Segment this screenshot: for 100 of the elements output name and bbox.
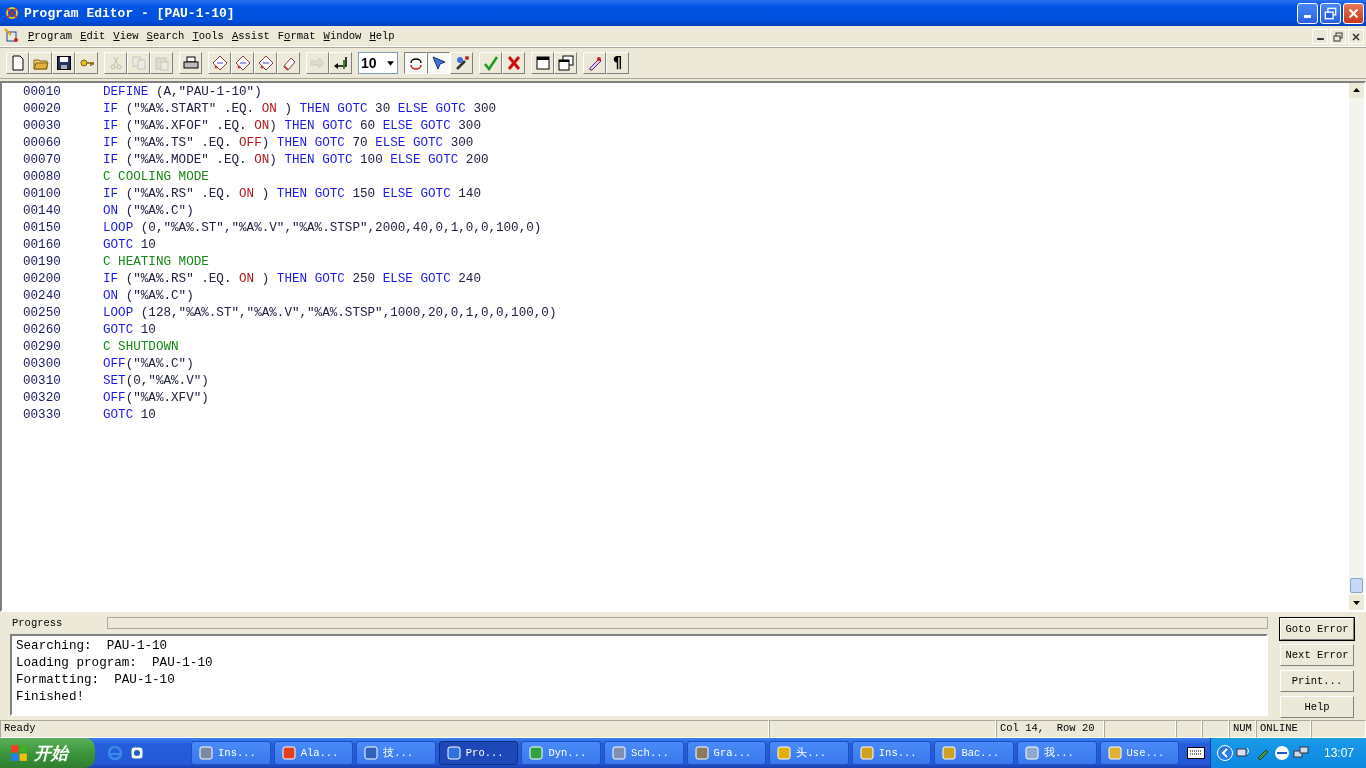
line-number: 00200 bbox=[22, 271, 62, 288]
dialog-button[interactable]: Goto Error bbox=[1280, 618, 1354, 640]
menu-item[interactable]: Tools bbox=[188, 30, 228, 42]
line-number: 00250 bbox=[22, 305, 62, 322]
taskbar-button[interactable]: 头... bbox=[769, 741, 849, 765]
tilted-page-icon bbox=[234, 55, 251, 71]
minus-circle-icon[interactable] bbox=[1274, 745, 1290, 761]
line-number: 00070 bbox=[22, 152, 62, 169]
code-line: DEFINE (A,"PAU-1-10") bbox=[103, 84, 262, 101]
line-number: 00140 bbox=[22, 203, 62, 220]
menu-item[interactable]: Help bbox=[365, 30, 399, 42]
minimize-icon bbox=[1316, 37, 1324, 40]
taskbar-button[interactable]: Sch... bbox=[604, 741, 684, 765]
scroll-up-icon bbox=[1349, 83, 1364, 98]
taskbar-button[interactable]: Use... bbox=[1099, 741, 1180, 765]
code-line: IF ("%A%.TS" .EQ. OFF) THEN GOTC 70 ELSE GOTC 300 bbox=[103, 135, 474, 152]
vertical-scrollbar[interactable] bbox=[1349, 83, 1364, 610]
taskbar-button[interactable]: Ala... bbox=[273, 741, 354, 765]
minimize-button[interactable] bbox=[1297, 2, 1318, 24]
toolbar-button[interactable] bbox=[404, 52, 427, 74]
media-icon[interactable] bbox=[129, 745, 146, 761]
restore-button[interactable] bbox=[1330, 28, 1346, 44]
cycle-arrows-icon bbox=[407, 55, 424, 71]
taskbar-button[interactable]: 技... bbox=[356, 741, 436, 765]
status-message: Ready bbox=[0, 720, 769, 738]
dialog-button[interactable]: Next Error bbox=[1280, 644, 1354, 666]
line-number: 00010 bbox=[22, 84, 62, 101]
eraser-icon bbox=[280, 55, 297, 71]
line-number: 00100 bbox=[22, 186, 62, 203]
zoom-dropdown[interactable]: 10 bbox=[358, 52, 398, 74]
menu-item[interactable]: Window bbox=[319, 30, 366, 42]
log-message: Finished! bbox=[16, 689, 86, 706]
menu-item[interactable]: Edit bbox=[76, 30, 110, 42]
line-number: 00290 bbox=[22, 339, 62, 356]
app-icon bbox=[941, 745, 958, 761]
dialog-button[interactable]: Help bbox=[1280, 696, 1354, 718]
stacked-windows-icon bbox=[557, 55, 574, 71]
taskbar-button[interactable]: Ins... bbox=[851, 741, 932, 765]
printer-icon bbox=[182, 55, 199, 71]
scissors-icon bbox=[107, 55, 124, 71]
copy-icon bbox=[130, 55, 147, 71]
close-button[interactable] bbox=[1348, 28, 1364, 44]
app-icon bbox=[858, 745, 875, 761]
menu-item[interactable]: Program bbox=[24, 30, 77, 42]
code-line: GOTC 10 bbox=[103, 237, 156, 254]
app-icon bbox=[1023, 745, 1040, 761]
line-number: 00260 bbox=[22, 322, 62, 339]
taskbar-button[interactable]: Pro... bbox=[438, 741, 519, 765]
restore-icon bbox=[1333, 31, 1343, 42]
window-icon bbox=[534, 55, 551, 71]
menu-item[interactable]: View bbox=[109, 30, 143, 42]
toolbar-button[interactable]: ¶ bbox=[606, 52, 629, 74]
start-button[interactable]: 开始 bbox=[0, 738, 96, 768]
minimize-button[interactable] bbox=[1312, 28, 1328, 44]
connection-status: ONLINE bbox=[1256, 720, 1311, 738]
clipboard-icon bbox=[153, 55, 170, 71]
app-icon bbox=[445, 745, 462, 761]
code-line: OFF("%A%.C") bbox=[103, 356, 194, 373]
line-number: 00300 bbox=[22, 356, 62, 373]
line-number: 00320 bbox=[22, 390, 62, 407]
restore-button[interactable] bbox=[1320, 2, 1341, 24]
dialog-button[interactable]: Print... bbox=[1280, 670, 1354, 692]
code-line: IF ("%A%.RS" .EQ. ON ) THEN GOTC 250 ELSE GOTC 240 bbox=[103, 271, 481, 288]
code-line: LOOP (128,"%A%.ST","%A%.V","%A%.STSP",1000,20,0,1,0,0,100,0) bbox=[103, 305, 557, 322]
chevron-left-icon[interactable] bbox=[1217, 745, 1233, 761]
code-editor[interactable] bbox=[0, 81, 1366, 612]
taskbar-button[interactable]: 我... bbox=[1016, 741, 1097, 765]
tilted-page-icon bbox=[211, 55, 228, 71]
taskbar-button[interactable]: Dyn... bbox=[521, 741, 601, 765]
code-line: IF ("%A%.XFOF" .EQ. ON) THEN GOTC 60 ELSE GOTC 300 bbox=[103, 118, 481, 135]
app-icon bbox=[4, 5, 20, 21]
clock: 13:07 bbox=[1324, 746, 1354, 760]
log-message: Searching: PAU-1-10 bbox=[16, 638, 169, 655]
check-icon bbox=[482, 55, 499, 71]
app-icon bbox=[280, 745, 297, 761]
code-line: ON ("%A%.C") bbox=[103, 203, 194, 220]
close-icon bbox=[1347, 6, 1360, 20]
line-number: 00330 bbox=[22, 407, 62, 424]
cursor-position: Col 14, Row 20 bbox=[996, 720, 1104, 738]
log-message: Loading program: PAU-1-10 bbox=[16, 655, 214, 672]
window-title: Program Editor - [PAU-1-10] bbox=[24, 5, 235, 21]
menu-item[interactable]: Assist bbox=[227, 30, 274, 42]
toolbar-button[interactable] bbox=[427, 52, 450, 74]
scroll-thumb[interactable] bbox=[1350, 578, 1363, 593]
menu-item[interactable]: Search bbox=[142, 30, 189, 42]
scroll-down-icon bbox=[1349, 595, 1364, 610]
dropdown-arrow-icon bbox=[386, 58, 395, 68]
keyboard-icon[interactable] bbox=[1187, 747, 1206, 759]
app-icon bbox=[611, 745, 627, 761]
line-number: 00060 bbox=[22, 135, 62, 152]
line-number: 00030 bbox=[22, 118, 62, 135]
pen-icon bbox=[586, 55, 603, 71]
code-line: C HEATING MODE bbox=[103, 254, 209, 271]
close-icon bbox=[1351, 31, 1361, 42]
taskbar-button[interactable]: Gra... bbox=[686, 741, 767, 765]
computers-icon[interactable] bbox=[1293, 745, 1309, 761]
taskbar-button[interactable]: Ins... bbox=[191, 741, 271, 765]
taskbar-button[interactable]: Bac... bbox=[934, 741, 1014, 765]
menu-item[interactable]: Format bbox=[273, 30, 320, 42]
return-arrow-icon bbox=[332, 55, 349, 71]
